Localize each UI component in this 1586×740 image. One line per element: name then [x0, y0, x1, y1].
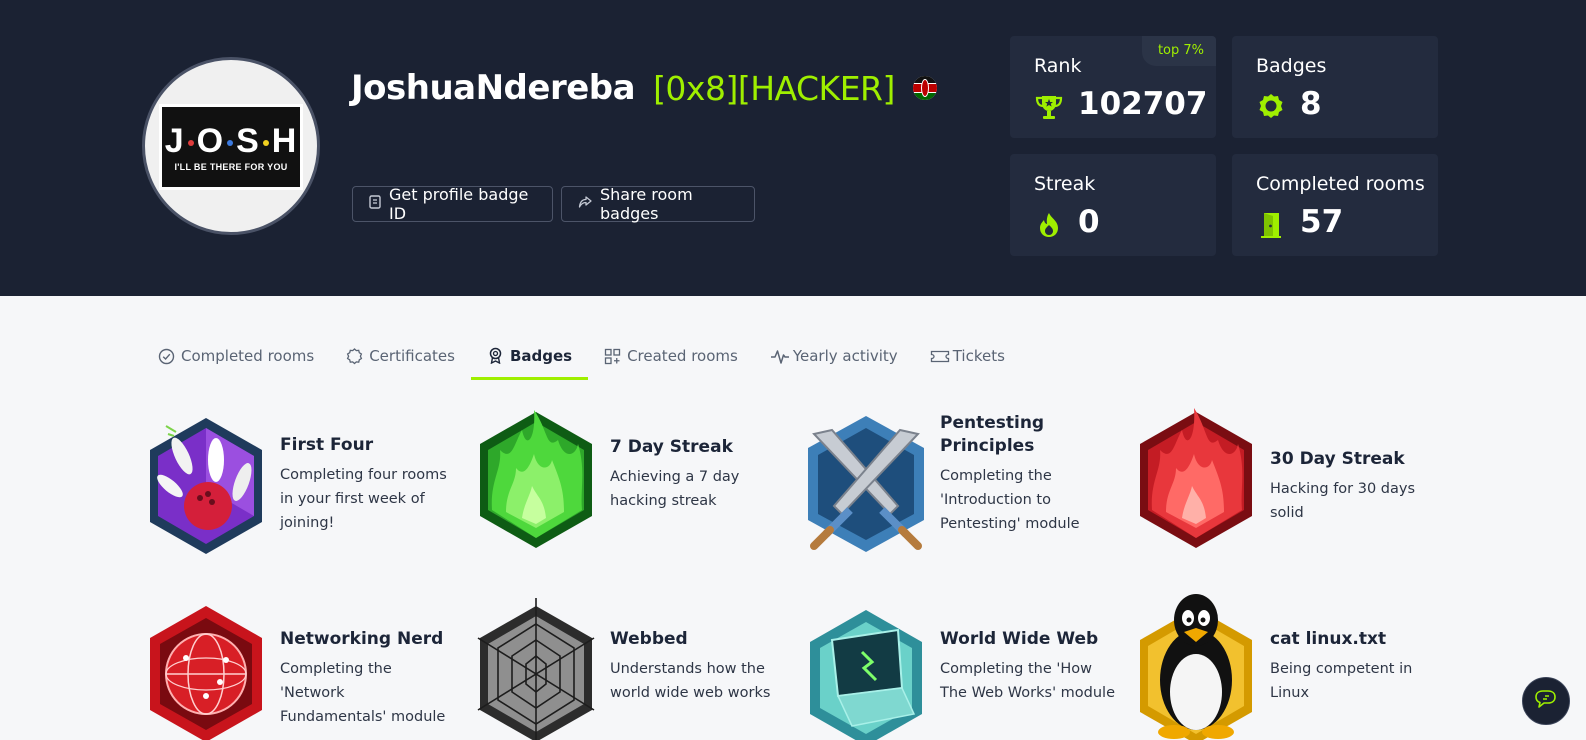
tab-certificates[interactable]: Certificates: [330, 334, 471, 378]
badge-description: Completing the 'How The Web Works' modul…: [940, 661, 1116, 701]
badge-title: First Four: [280, 435, 374, 455]
profile-header: JOSH I'LL BE THERE FOR YOU JoshuaNdereba…: [0, 0, 1586, 296]
badge-title: World Wide Web: [940, 629, 1099, 649]
badge-title: cat linux.txt: [1270, 629, 1387, 649]
badge-card[interactable]: World Wide Web Completing the 'How The W…: [802, 604, 1116, 740]
badge-title: Webbed: [610, 629, 688, 649]
flame-icon: [1034, 210, 1064, 240]
badge-card[interactable]: 7 Day Streak Achieving a 7 day hacking s…: [472, 400, 782, 560]
badge-title: 30 Day Streak: [1270, 449, 1405, 469]
badge-description: Completing the 'Network Fundamentals' mo…: [280, 661, 446, 725]
bowling-badge-icon: [150, 418, 262, 554]
badge-description: Hacking for 30 days solid: [1270, 481, 1416, 521]
activity-icon: [770, 348, 789, 365]
badges-value: 8: [1300, 86, 1322, 122]
badge-title: Pentesting Principles: [940, 413, 1045, 456]
streak-stat-card: Streak 0: [1010, 154, 1216, 256]
tab-badges[interactable]: Badges: [470, 334, 589, 380]
ticket-icon: [930, 348, 949, 365]
get-profile-badge-id-button[interactable]: Get profile badge ID: [352, 185, 553, 223]
avatar-tagline: I'LL BE THERE FOR YOU: [174, 162, 288, 172]
tab-tickets[interactable]: Tickets: [914, 334, 1021, 378]
tab-created-rooms[interactable]: Created rooms: [588, 334, 754, 378]
badge-description: Achieving a 7 day hacking streak: [610, 469, 740, 509]
chat-bubble-icon: [1533, 688, 1559, 715]
username: JoshuaNdereba: [351, 68, 636, 108]
badge-card[interactable]: Networking Nerd Completing the 'Network …: [142, 600, 452, 740]
badge-description: Understands how the world wide web works: [610, 661, 771, 701]
chat-button[interactable]: [1522, 677, 1570, 725]
avatar: JOSH I'LL BE THERE FOR YOU: [142, 57, 320, 235]
green-flame-badge-icon: [480, 410, 592, 548]
badge-card[interactable]: First Four Completing four rooms in your…: [142, 410, 452, 570]
badge-description: Completing the 'Introduction to Pentesti…: [940, 468, 1080, 532]
badge-title: Networking Nerd: [280, 629, 444, 649]
rank-value: 102707: [1078, 86, 1208, 122]
laptop-badge-icon: [810, 610, 922, 740]
id-card-icon: [369, 195, 381, 213]
trophy-icon: [1034, 92, 1064, 122]
penguin-badge-icon: [1140, 594, 1252, 740]
avatar-word: JOSH: [164, 122, 298, 160]
tab-completed-rooms[interactable]: Completed rooms: [142, 334, 330, 378]
kenya-flag-icon: [912, 76, 937, 100]
door-icon: [1256, 210, 1286, 240]
award-icon: [1256, 92, 1286, 122]
badge-card[interactable]: 30 Day Streak Hacking for 30 days solid: [1132, 400, 1442, 560]
network-globe-badge-icon: [150, 606, 262, 740]
badge-card[interactable]: Pentesting Principles Completing the 'In…: [802, 410, 1112, 570]
badge-title: 7 Day Streak: [610, 437, 733, 457]
streak-value: 0: [1078, 204, 1100, 240]
spider-web-badge-icon: [477, 598, 595, 740]
top-percent-badge: top 7%: [1141, 36, 1216, 66]
rank-title: [0x8][HACKER]: [653, 68, 895, 108]
badge-description: Completing four rooms in your first week…: [280, 467, 447, 531]
badge-description: Being competent in Linux: [1270, 661, 1413, 701]
award-icon: [487, 347, 504, 365]
grid-plus-icon: [604, 348, 621, 365]
badge-card[interactable]: cat linux.txt Being competent in Linux: [1132, 592, 1442, 740]
crossed-swords-badge-icon: [808, 416, 924, 552]
badges-grid: First Four Completing four rooms in your…: [142, 400, 1442, 740]
completed-rooms-stat-card: Completed rooms 57: [1232, 154, 1438, 256]
completed-rooms-value: 57: [1300, 204, 1344, 240]
rank-stat-card: Rank top 7% 102707: [1010, 36, 1216, 138]
share-icon: [578, 195, 592, 213]
share-room-badges-button[interactable]: Share room badges: [561, 185, 755, 223]
badge-card[interactable]: Webbed Understands how the world wide we…: [472, 594, 782, 740]
tab-yearly-activity[interactable]: Yearly activity: [754, 334, 914, 378]
badges-stat-card: Badges 8: [1232, 36, 1438, 138]
red-flame-badge-icon: [1140, 408, 1252, 548]
profile-tabs: Completed rooms Certificates Badges Crea…: [142, 334, 1021, 380]
check-circle-icon: [158, 348, 175, 365]
certificate-icon: [346, 347, 363, 365]
